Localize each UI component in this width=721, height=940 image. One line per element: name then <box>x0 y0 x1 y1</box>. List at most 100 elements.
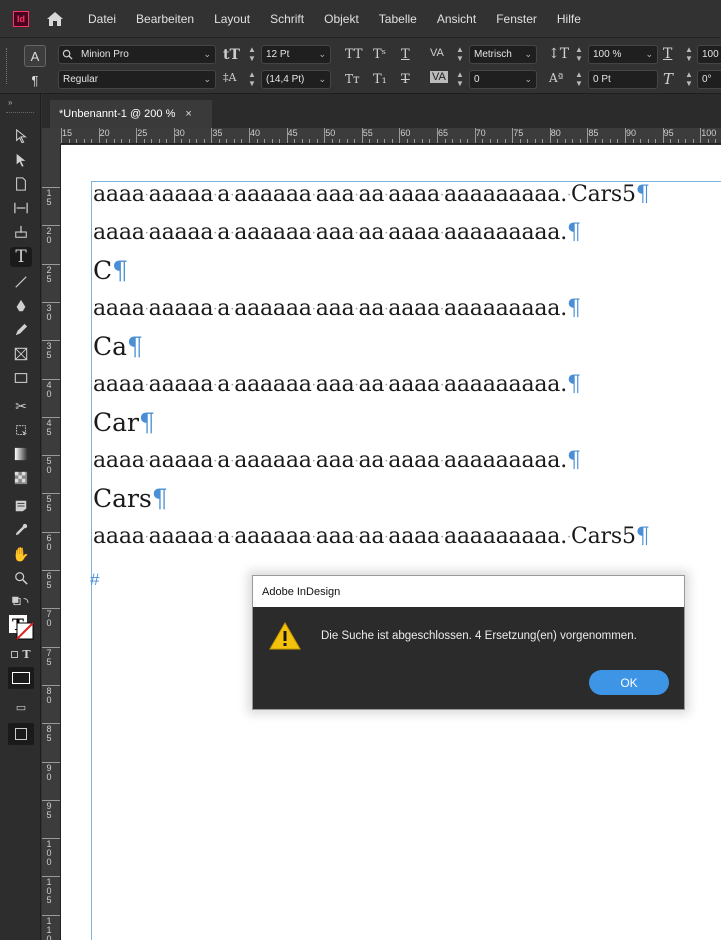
ruler-tick <box>715 139 717 143</box>
panel-grip[interactable] <box>6 112 34 113</box>
font-size-field[interactable]: 12 Pt ⌄ <box>261 45 331 64</box>
screen-mode-icon[interactable] <box>8 723 34 745</box>
horizontal-ruler[interactable]: 15 20 25 30 35 40 45 50 55 60 65 70 75 80 85 90 95 100 <box>61 128 721 144</box>
strikethrough-icon[interactable]: T <box>401 72 410 87</box>
menu-item-layout[interactable]: Layout <box>204 0 260 38</box>
baseline-shift-field[interactable]: 0 Pt <box>588 70 658 89</box>
font-family-field[interactable]: Minion Pro ⌄ <box>58 45 216 64</box>
space-marker: · <box>230 188 235 204</box>
kerning-stepper[interactable]: ▲ ▼ <box>454 45 466 64</box>
gradient-swatch-tool-icon[interactable] <box>10 444 32 464</box>
superscript-icon[interactable]: Tˢ <box>373 47 386 62</box>
skew-field[interactable]: 0° <box>697 70 721 89</box>
ruler-tick <box>339 139 341 143</box>
type-tool-icon[interactable]: T <box>10 247 32 267</box>
space-marker: · <box>144 226 149 242</box>
horizontal-scale-field[interactable]: 100 <box>697 45 721 64</box>
ruler-tick <box>331 139 333 143</box>
text-frame[interactable]: aaaa·aaaaa·a·aaaaaa·aaa·aa·aaaa·aaaaaaaa… <box>91 181 721 940</box>
ruler-tick <box>670 139 672 143</box>
kerning-field[interactable]: Metrisch ⌄ <box>469 45 537 64</box>
text-line[interactable]: aaaa·aaaaa·a·aaaaaa·aaa·aa·aaaa·aaaaaaaa… <box>93 372 581 397</box>
menu-item-bearbeiten[interactable]: Bearbeiten <box>126 0 204 38</box>
document-tab[interactable]: *Unbenannt-1 @ 200 % × <box>50 100 212 128</box>
apply-color-icon[interactable] <box>8 667 34 689</box>
close-icon[interactable]: × <box>185 108 191 120</box>
swap-fill-stroke-icon[interactable] <box>10 592 32 612</box>
ruler-tick <box>459 139 461 143</box>
menu-item-ansicht[interactable]: Ansicht <box>427 0 486 38</box>
note-tool-icon[interactable] <box>10 496 32 516</box>
hand-tool-icon[interactable]: ✋ <box>10 544 32 564</box>
character-mode-button[interactable]: A <box>24 45 46 67</box>
rectangle-frame-tool-icon[interactable] <box>10 344 32 364</box>
ruler-v-label: 6 0 <box>46 532 52 552</box>
end-of-story-mark: # <box>90 570 100 589</box>
gradient-feather-tool-icon[interactable] <box>10 468 32 488</box>
panel-grip[interactable] <box>6 48 10 84</box>
all-caps-icon[interactable]: TT <box>345 47 363 62</box>
collapse-panel-icon[interactable]: » <box>8 98 12 107</box>
rectangle-tool-icon[interactable] <box>10 368 32 388</box>
space-marker: · <box>144 378 149 394</box>
ruler-tick <box>256 139 258 143</box>
leading-field[interactable]: (14,4 Pt) ⌄ <box>261 70 331 89</box>
content-collector-tool-icon[interactable] <box>10 222 32 242</box>
space-marker: · <box>354 226 359 242</box>
text-line[interactable]: aaaa·aaaaa·a·aaaaaa·aaa·aa·aaaa·aaaaaaaa… <box>93 296 581 321</box>
menu-item-hilfe[interactable]: Hilfe <box>547 0 591 38</box>
vertical-scale-field[interactable]: 100 % ⌄ <box>588 45 658 64</box>
font-style-field[interactable]: Regular ⌄ <box>58 70 216 89</box>
text-line[interactable]: aaaa·aaaaa·a·aaaaaa·aaa·aa·aaaa·aaaaaaaa… <box>93 448 581 473</box>
vertical-scale-stepper[interactable]: ▲ ▼ <box>573 45 585 64</box>
skew-stepper[interactable]: ▲ ▼ <box>683 70 695 89</box>
ruler-origin[interactable] <box>42 128 61 144</box>
pencil-tool-icon[interactable] <box>10 320 32 340</box>
small-caps-icon[interactable]: Tт <box>345 72 360 86</box>
text-line[interactable]: Car¶ <box>93 408 155 437</box>
menu-item-fenster[interactable]: Fenster <box>486 0 547 38</box>
ok-button[interactable]: OK <box>589 670 669 695</box>
tracking-field[interactable]: 0 ⌄ <box>469 70 537 89</box>
text-line[interactable]: C¶ <box>93 256 128 285</box>
text-line[interactable]: aaaa·aaaaa·a·aaaaaa·aaa·aa·aaaa·aaaaaaaa… <box>93 220 581 245</box>
page-tool-icon[interactable] <box>10 174 32 194</box>
paragraph-mode-button[interactable]: ¶ <box>24 69 46 91</box>
home-icon[interactable] <box>46 10 64 28</box>
ruler-tick <box>42 225 60 227</box>
apply-none-icon[interactable]: ▭ <box>10 697 32 717</box>
text-line[interactable]: Ca¶ <box>93 332 143 361</box>
zoom-tool-icon[interactable] <box>10 568 32 588</box>
tracking-stepper[interactable]: ▲ ▼ <box>454 70 466 89</box>
ruler-h-label: 35 <box>212 128 223 138</box>
leading-stepper[interactable]: ▲ ▼ <box>246 70 258 89</box>
baseline-shift-stepper[interactable]: ▲ ▼ <box>573 70 585 89</box>
ruler-tick <box>294 139 296 143</box>
document-canvas[interactable]: aaaa·aaaaa·a·aaaaaa·aaa·aa·aaaa·aaaaaaaa… <box>61 145 721 940</box>
horizontal-scale-stepper[interactable]: ▲ ▼ <box>683 45 695 64</box>
ruler-tick <box>42 684 60 686</box>
pen-tool-icon[interactable] <box>10 296 32 316</box>
menu-item-objekt[interactable]: Objekt <box>314 0 369 38</box>
scissors-tool-icon[interactable]: ✂ <box>10 396 32 416</box>
selection-tool-icon[interactable] <box>10 126 32 146</box>
eyedropper-tool-icon[interactable] <box>10 520 32 540</box>
menu-item-tabelle[interactable]: Tabelle <box>369 0 427 38</box>
underline-icon[interactable]: T <box>401 47 410 62</box>
font-size-stepper[interactable]: ▲ ▼ <box>246 45 258 64</box>
vertical-ruler[interactable]: 1 5 2 0 2 5 3 0 3 5 4 0 4 5 5 0 5 5 6 0 6 5 7 0 7 5 8… <box>42 144 61 940</box>
line-tool-icon[interactable] <box>10 272 32 292</box>
text-line[interactable]: aaaa·aaaaa·a·aaaaaa·aaa·aa·aaaa·aaaaaaaa… <box>93 182 650 207</box>
ruler-v-label: 8 0 <box>46 685 52 705</box>
font-size-icon: tT <box>223 47 240 63</box>
text-line[interactable]: aaaa·aaaaa·a·aaaaaa·aaa·aa·aaaa·aaaaaaaa… <box>93 524 650 549</box>
direct-selection-tool-icon[interactable] <box>10 150 32 170</box>
text-line[interactable]: Cars¶ <box>93 484 168 513</box>
subscript-icon[interactable]: T₁ <box>373 72 387 87</box>
menu-item-schrift[interactable]: Schrift <box>260 0 314 38</box>
menu-item-datei[interactable]: Datei <box>78 0 126 38</box>
gap-tool-icon[interactable] <box>10 198 32 218</box>
formatting-container-icon[interactable]: T <box>10 644 32 664</box>
free-transform-tool-icon[interactable] <box>10 420 32 440</box>
fill-stroke-text-icon[interactable]: T <box>8 614 34 640</box>
